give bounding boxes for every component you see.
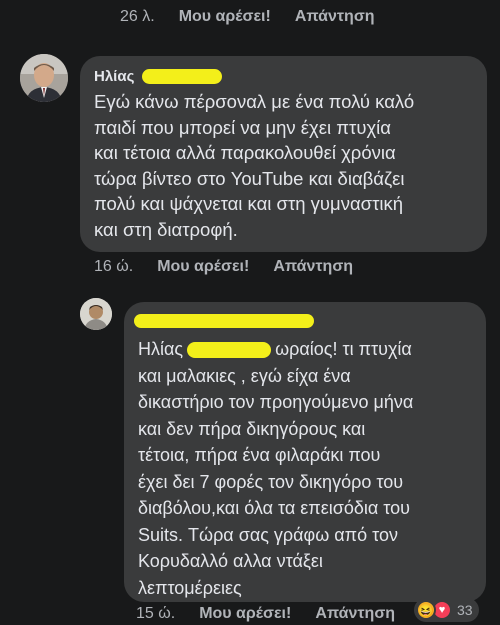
redaction-mark: [142, 69, 223, 84]
reply-button[interactable]: Απάντηση: [295, 8, 375, 26]
reply-bubble: Ηλίας ωραίος! τι πτυχία και μαλακιες , εγ…: [124, 302, 486, 602]
comment-author: Ηλίας: [94, 68, 475, 85]
comment-text: Εγώ κάνω πέρσοναλ με ένα πολύ καλό παιδί…: [94, 89, 475, 242]
comment-line: λεπτομέρειες: [138, 577, 242, 598]
avatar[interactable]: [80, 298, 112, 330]
timestamp[interactable]: 15 ώ.: [136, 605, 175, 623]
comment-line: πολύ και ψάχνεται και στη γυμναστική: [94, 193, 404, 214]
comment-line: και τέτοια αλλά παρακολουθεί χρόνια: [94, 142, 396, 163]
comment-line: Suits. Τώρα σας γράφω από τον: [138, 524, 398, 545]
redaction-mark: [187, 342, 272, 359]
mention-link[interactable]: Ηλίας: [138, 339, 183, 359]
timestamp[interactable]: 16 ώ.: [94, 258, 133, 276]
comment-line: και μαλακιες , εγώ είχα ένα: [138, 365, 351, 386]
comment-text: Ηλίας ωραίος! τι πτυχία και μαλακιες , εγ…: [138, 336, 474, 601]
like-button[interactable]: Μου αρέσει!: [199, 605, 291, 623]
previous-comment-actions: 26 λ. Μου αρέσει! Απάντηση: [120, 8, 399, 26]
reply-actions: 15 ώ. Μου αρέσει! Απάντηση: [136, 605, 419, 623]
comment-line: Κορυδαλλό αλλα ντάξει: [138, 551, 323, 571]
reply-button[interactable]: Απάντηση: [315, 605, 395, 623]
comment-author-redacted: [134, 312, 474, 330]
comment-line: δικαστήριο τον προηγούμενο μήνα: [138, 392, 414, 412]
comment-actions: 16 ώ. Μου αρέσει! Απάντηση: [94, 258, 377, 276]
profile-photo-icon: [20, 54, 68, 102]
comment-line: τώρα βίντεο στο YouTube και διαβάζει: [94, 167, 405, 189]
comment-line: Ηλίας ωραίος! τι πτυχία: [138, 336, 474, 363]
comment-bubble: Ηλίας Εγώ κάνω πέρσοναλ με ένα πολύ καλό…: [80, 56, 487, 252]
redaction-mark: [134, 314, 314, 328]
comment-line: διαβόλου,και όλα τα επεισόδια του: [138, 498, 411, 518]
avatar[interactable]: [20, 54, 68, 102]
timestamp[interactable]: 26 λ.: [120, 8, 155, 26]
comment-line: παιδί που μπορεί να μην έχει πτυχία: [94, 116, 391, 138]
like-button[interactable]: Μου αρέσει!: [157, 258, 249, 276]
comment-line: και στη διατροφή.: [94, 218, 238, 240]
comment-line: Εγώ κάνω πέρσοναλ με ένα πολύ καλό: [94, 91, 415, 112]
comment-line: τέτοια, πήρα ένα φιλαράκι που: [138, 445, 381, 465]
author-name[interactable]: Ηλίας: [94, 68, 134, 85]
reactions-summary[interactable]: 😆 ♥ 33: [414, 598, 479, 622]
reply-button[interactable]: Απάντηση: [273, 258, 353, 276]
comment-line: έχει δει 7 φορές τον δικηγόρο του: [138, 471, 404, 492]
comment-line-rest: ωραίος! τι πτυχία: [275, 339, 412, 359]
reaction-count: 33: [457, 602, 473, 618]
profile-photo-icon: [80, 298, 112, 330]
comment-line: και δεν πήρα δικηγόρους και: [138, 418, 366, 439]
like-button[interactable]: Μου αρέσει!: [179, 8, 271, 26]
laugh-reaction-icon: 😆: [416, 600, 436, 620]
